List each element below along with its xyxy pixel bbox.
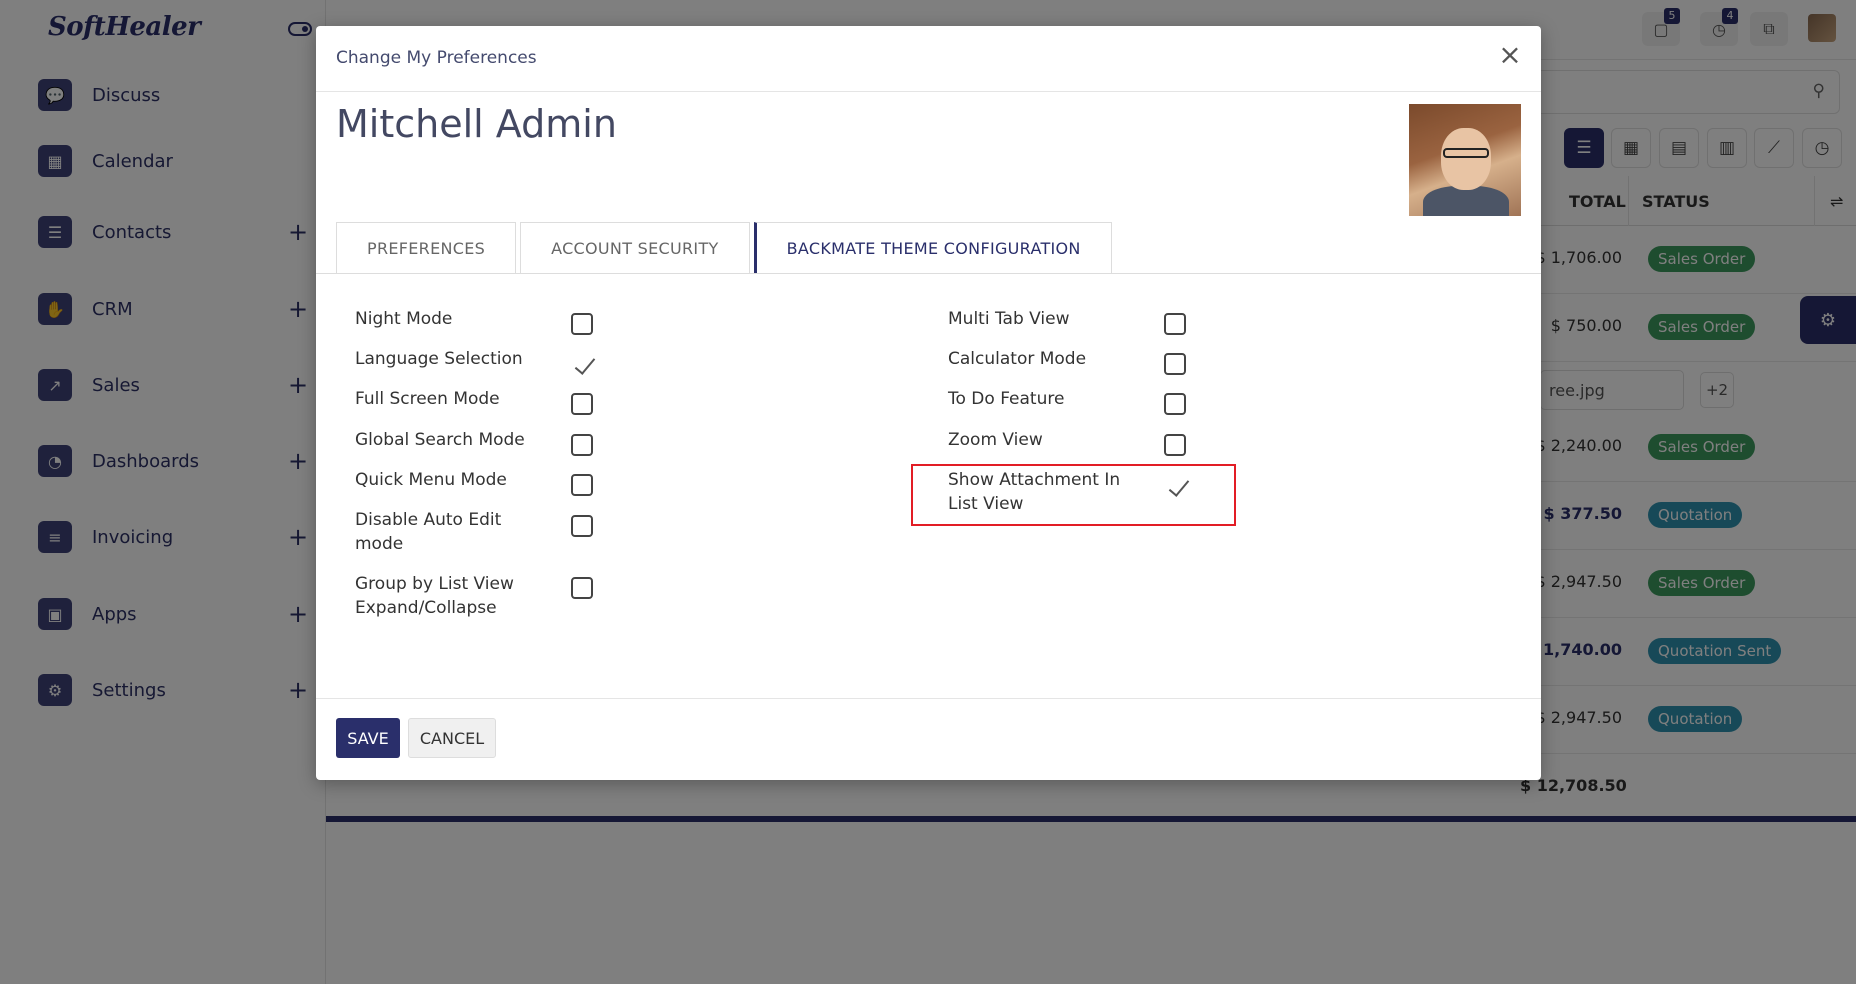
option-label-multi-tab-view: Multi Tab View — [948, 309, 1070, 329]
checkbox-group-by-list-view[interactable] — [571, 577, 593, 599]
checkbox-global-search-mode[interactable] — [571, 434, 593, 456]
checkbox-night-mode[interactable] — [571, 313, 593, 335]
option-label-global-search-mode: Global Search Mode — [355, 430, 525, 450]
checkbox-multi-tab-view[interactable] — [1164, 313, 1186, 335]
photo-shirt — [1423, 186, 1509, 216]
modal-header: Change My Preferences × — [316, 26, 1541, 92]
footer-divider — [316, 698, 1541, 699]
tab-account-security[interactable]: ACCOUNT SECURITY — [520, 222, 750, 274]
highlight-annotation-box — [911, 464, 1236, 526]
preferences-tabs: PREFERENCES ACCOUNT SECURITY BACKMATE TH… — [336, 222, 1116, 274]
checkbox-language-selection[interactable] — [572, 354, 596, 378]
checkbox-quick-menu-mode[interactable] — [571, 474, 593, 496]
option-label-quick-menu-mode: Quick Menu Mode — [355, 470, 507, 490]
save-button[interactable]: SAVE — [336, 718, 400, 758]
tab-backmate-theme-configuration[interactable]: BACKMATE THEME CONFIGURATION — [753, 222, 1112, 274]
option-label-disable-auto-edit-mode: Disable Auto Edit mode — [355, 510, 502, 554]
preferences-dialog: Change My Preferences × Mitchell Admin P… — [316, 26, 1541, 780]
tab-preferences[interactable]: PREFERENCES — [336, 222, 517, 274]
checkbox-calculator-mode[interactable] — [1164, 353, 1186, 375]
cancel-button[interactable]: CANCEL — [408, 718, 496, 758]
user-photo[interactable] — [1409, 104, 1521, 216]
photo-face — [1441, 128, 1491, 190]
checkbox-full-screen-mode[interactable] — [571, 393, 593, 415]
user-name: Mitchell Admin — [336, 102, 617, 146]
checkbox-disable-auto-edit-mode[interactable] — [571, 515, 593, 537]
tabs-divider — [316, 273, 1541, 274]
close-icon[interactable]: × — [1495, 40, 1525, 70]
option-label-to-do-feature: To Do Feature — [948, 389, 1065, 409]
checkbox-zoom-view[interactable] — [1164, 434, 1186, 456]
modal-title: Change My Preferences — [336, 48, 537, 68]
option-label-zoom-view: Zoom View — [948, 430, 1043, 450]
option-label-night-mode: Night Mode — [355, 309, 453, 329]
checkbox-to-do-feature[interactable] — [1164, 393, 1186, 415]
option-label-calculator-mode: Calculator Mode — [948, 349, 1087, 369]
option-label-language-selection: Language Selection — [355, 349, 523, 369]
photo-glasses — [1443, 148, 1489, 158]
option-label-group-by-list-view: Group by List View Expand/Collapse — [355, 574, 514, 618]
option-label-full-screen-mode: Full Screen Mode — [355, 389, 500, 409]
